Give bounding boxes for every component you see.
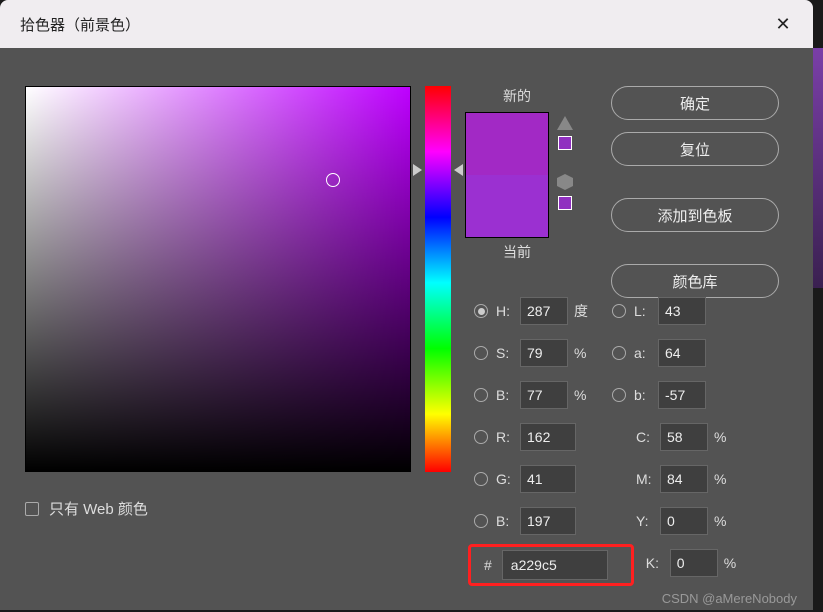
s-row: S: % a: [474, 332, 804, 374]
k-input[interactable] [670, 549, 718, 577]
s-radio[interactable] [474, 346, 488, 360]
r-radio[interactable] [474, 430, 488, 444]
y-unit: % [714, 513, 738, 529]
b-hsb-row: B: % b: [474, 374, 804, 416]
gamut-swatch[interactable] [558, 136, 572, 150]
a-radio[interactable] [612, 346, 626, 360]
y-label: Y: [636, 513, 660, 529]
hex-k-row: # K: % [474, 542, 804, 584]
add-swatch-button[interactable]: 添加到色板 [611, 198, 779, 232]
hue-column [425, 86, 451, 519]
cube-icon[interactable] [557, 174, 573, 190]
b-rgb-row: B: Y: % [474, 500, 804, 542]
b-lab-label: b: [634, 387, 658, 403]
l-label: L: [634, 303, 658, 319]
hue-slider[interactable] [425, 86, 451, 472]
m-input[interactable] [660, 465, 708, 493]
color-swatch-stack [465, 112, 549, 238]
new-color-swatch[interactable] [466, 113, 548, 175]
h-unit: 度 [574, 301, 598, 321]
reset-button[interactable]: 复位 [611, 132, 779, 166]
r-row: R: C: % [474, 416, 804, 458]
hex-row: # [474, 550, 608, 580]
b-lab-radio[interactable] [612, 388, 626, 402]
l-input[interactable] [658, 297, 706, 325]
current-color-swatch[interactable] [466, 175, 548, 237]
h-label: H: [496, 303, 520, 319]
g-label: G: [496, 471, 520, 487]
new-color-label: 新的 [503, 86, 595, 106]
g-input[interactable] [520, 465, 576, 493]
b-hsb-label: B: [496, 387, 520, 403]
b-rgb-label: B: [496, 513, 520, 529]
color-picker-dialog: 拾色器（前景色） ✕ 只有 Web 颜色 新的 [0, 0, 813, 610]
k-unit: % [724, 555, 748, 571]
k-label: K: [646, 555, 670, 571]
m-label: M: [636, 471, 660, 487]
dialog-title: 拾色器（前景色） [20, 14, 140, 35]
hex-input[interactable] [502, 550, 608, 580]
web-only-label: 只有 Web 颜色 [49, 498, 148, 519]
s-input[interactable] [520, 339, 568, 367]
warning-column [557, 112, 573, 238]
b-hsb-input[interactable] [520, 381, 568, 409]
s-unit: % [574, 345, 598, 361]
s-label: S: [496, 345, 520, 361]
b-rgb-radio[interactable] [474, 514, 488, 528]
h-input[interactable] [520, 297, 568, 325]
m-unit: % [714, 471, 738, 487]
color-picker-cursor[interactable] [326, 173, 340, 187]
c-label: C: [636, 429, 660, 445]
color-inputs-area: H: 度 L: S: % a: B: % [474, 290, 804, 584]
l-radio[interactable] [612, 304, 626, 318]
b-hsb-unit: % [574, 387, 598, 403]
watermark: CSDN @aMereNobody [662, 591, 797, 606]
close-icon[interactable]: ✕ [773, 14, 793, 35]
c-unit: % [714, 429, 738, 445]
c-input[interactable] [660, 423, 708, 451]
hue-arrow-right-icon[interactable] [454, 164, 463, 176]
web-only-checkbox[interactable] [25, 502, 39, 516]
hue-arrow-left-icon[interactable] [413, 164, 422, 176]
b-hsb-radio[interactable] [474, 388, 488, 402]
b-lab-input[interactable] [658, 381, 706, 409]
b-rgb-input[interactable] [520, 507, 576, 535]
g-radio[interactable] [474, 472, 488, 486]
swatches-row [465, 112, 595, 238]
titlebar[interactable]: 拾色器（前景色） ✕ [0, 0, 813, 48]
background-gradient [813, 48, 823, 288]
h-radio[interactable] [474, 304, 488, 318]
current-color-label: 当前 [503, 242, 595, 262]
websafe-swatch[interactable] [558, 196, 572, 210]
h-row: H: 度 L: [474, 290, 804, 332]
r-label: R: [496, 429, 520, 445]
hex-hash: # [484, 557, 492, 573]
y-input[interactable] [660, 507, 708, 535]
saturation-brightness-field[interactable] [25, 86, 411, 472]
web-only-row: 只有 Web 颜色 [25, 498, 411, 519]
left-column: 只有 Web 颜色 [25, 86, 411, 519]
a-input[interactable] [658, 339, 706, 367]
g-row: G: M: % [474, 458, 804, 500]
r-input[interactable] [520, 423, 576, 451]
a-label: a: [634, 345, 658, 361]
gamut-warning-icon[interactable] [557, 116, 573, 130]
ok-button[interactable]: 确定 [611, 86, 779, 120]
